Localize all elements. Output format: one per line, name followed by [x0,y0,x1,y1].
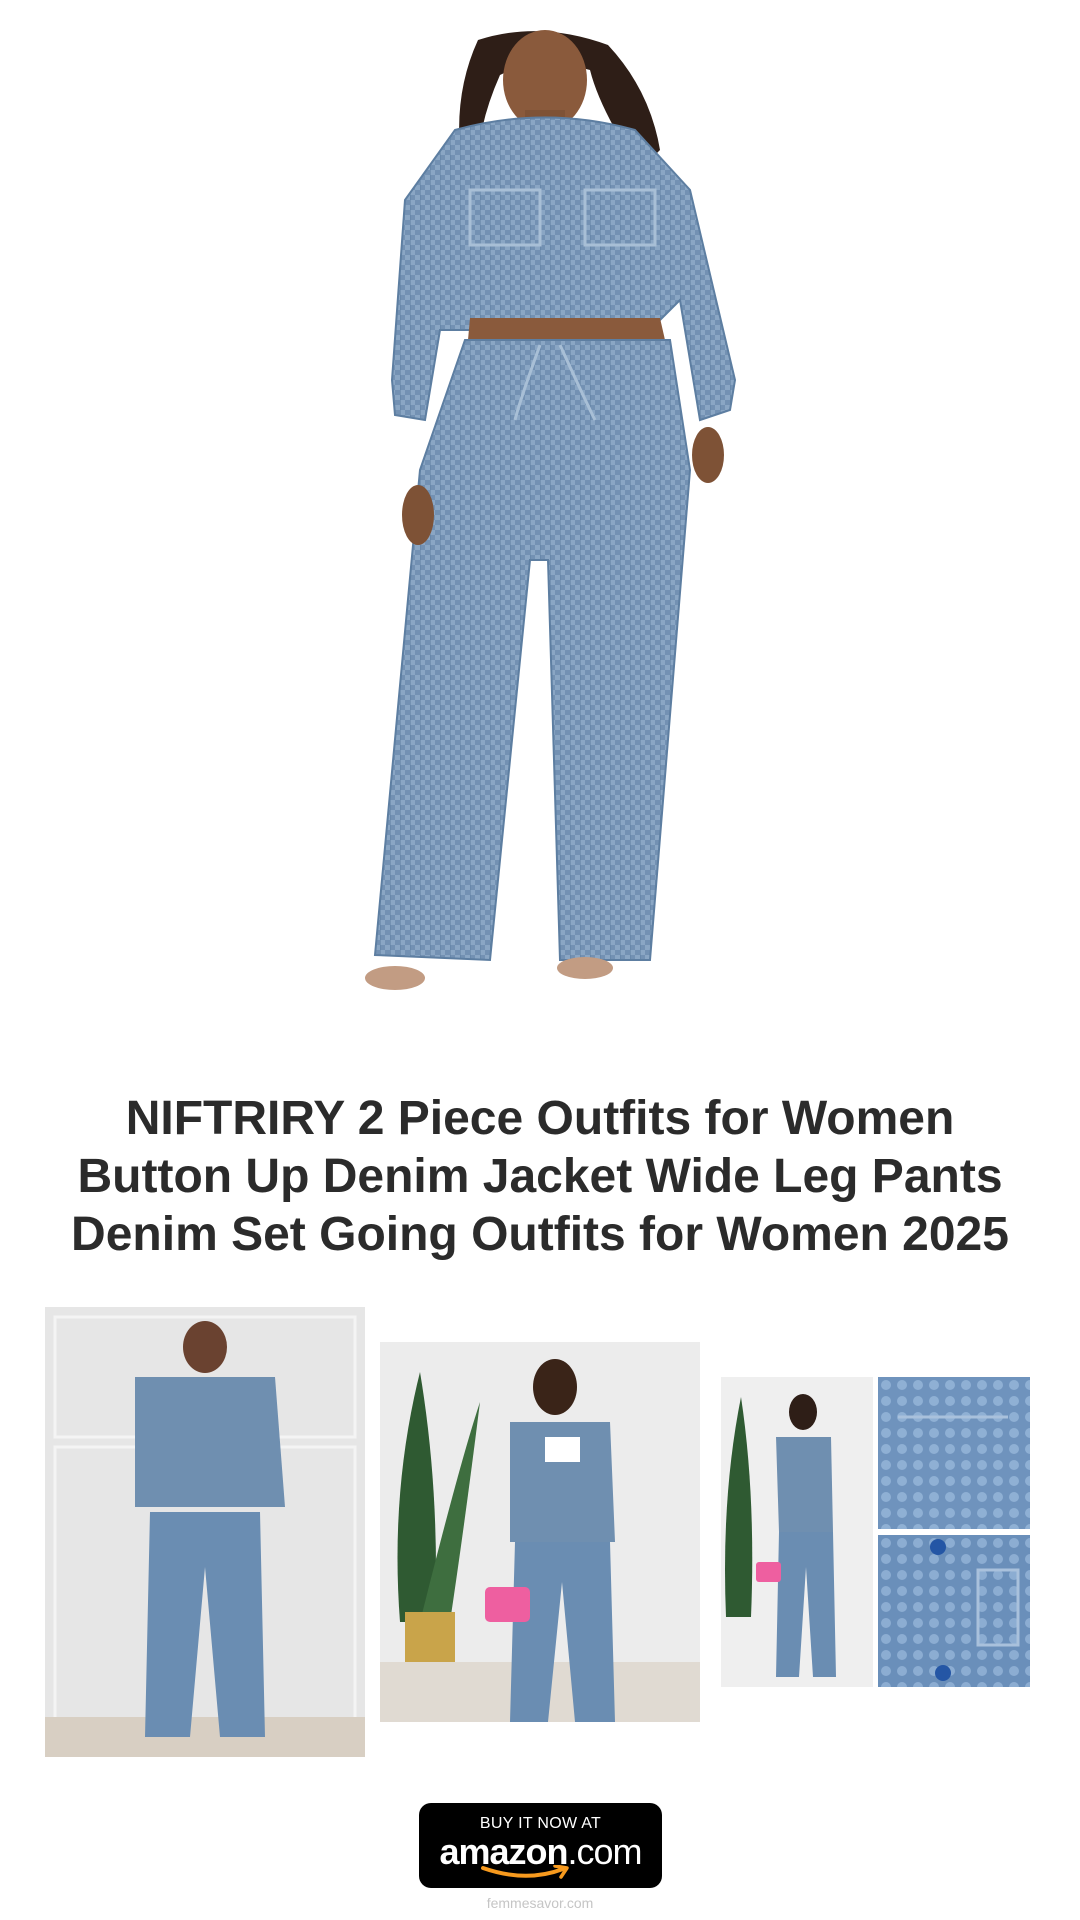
product-title-line-3: Denim Set Going Outfits for Women 2025 [71,1208,1009,1261]
gallery-thumbnail[interactable] [380,1342,700,1722]
product-title-line-1: NIFTRIRY 2 Piece Outfits for Women [125,1092,955,1145]
product-title: NIFTRIRY 2 Piece Outfits for Women Butto… [40,1090,1040,1264]
product-title-line-2: Button Up Denim Jacket Wide Leg Pants [77,1150,1003,1203]
footer-domain: femmesavor.com [486,1895,594,1911]
gallery-thumbnail[interactable] [721,1377,873,1687]
gallery-thumbnail[interactable] [45,1307,365,1757]
amazon-smile-icon [481,1865,569,1879]
gallery-thumbnail[interactable] [878,1377,1030,1529]
gallery-thumbnail[interactable] [878,1535,1030,1687]
buy-on-amazon-button[interactable]: BUY IT NOW AT amazon.com [419,1803,662,1888]
hero-product-image[interactable] [0,0,1080,1020]
amazon-logo-suffix: .com [567,1831,643,1872]
